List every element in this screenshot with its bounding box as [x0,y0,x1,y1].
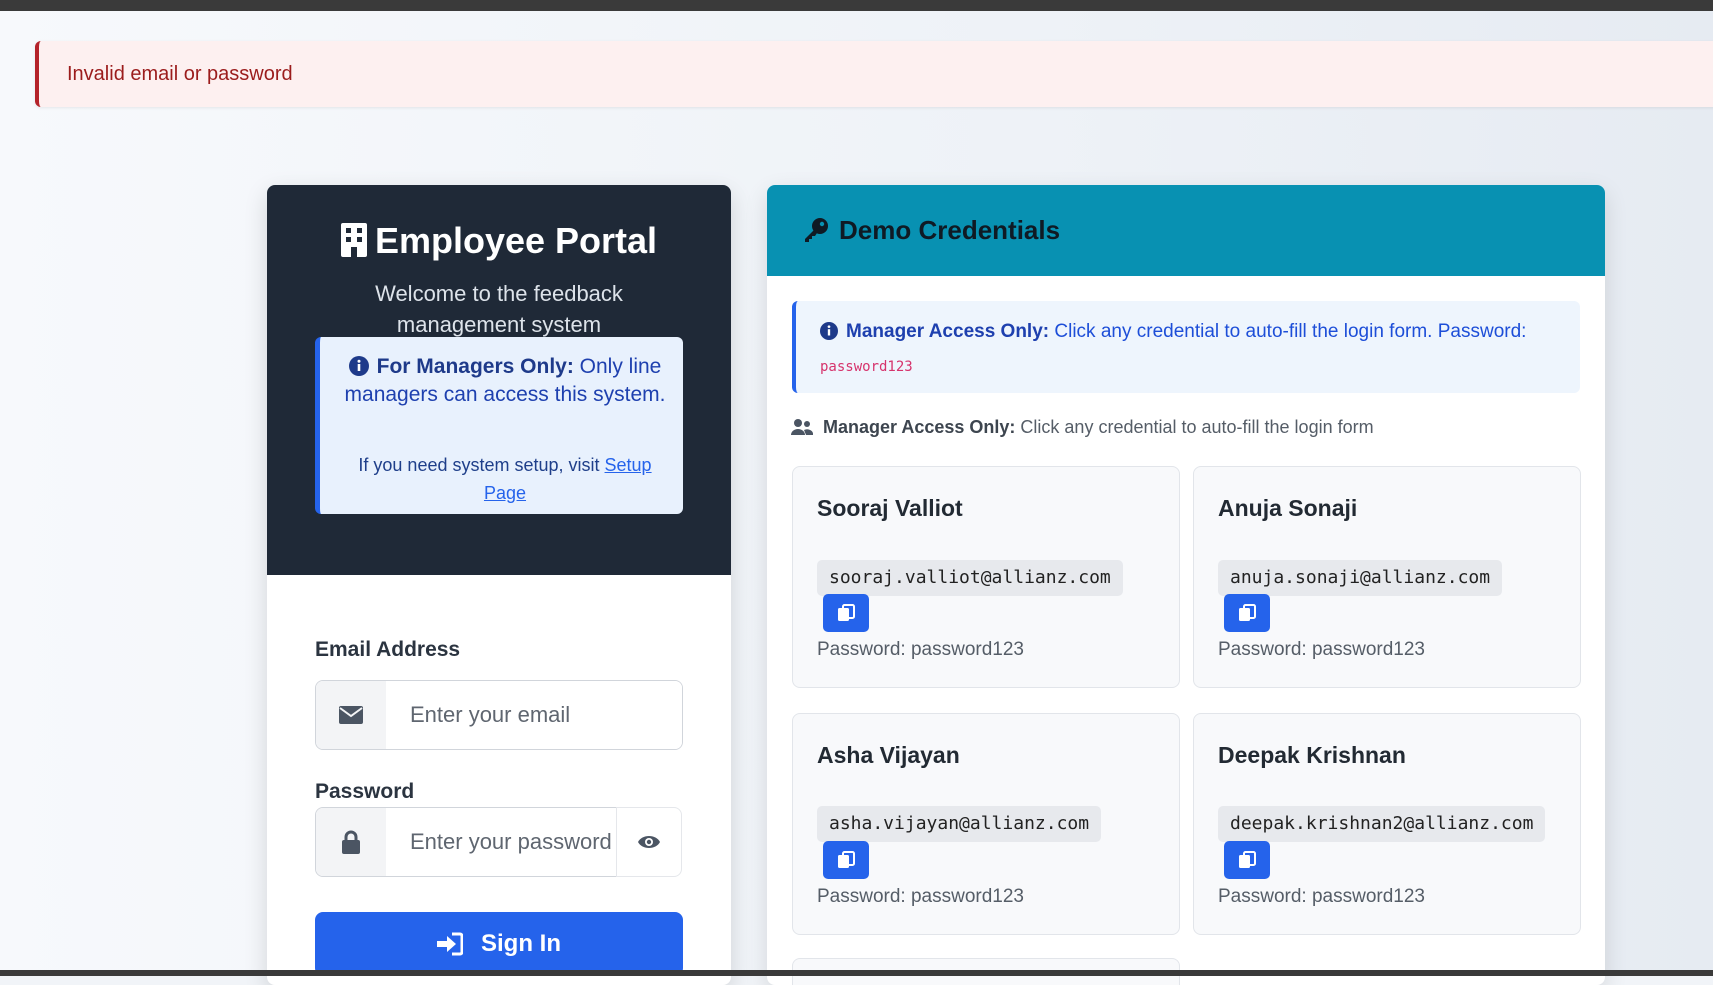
credential-email: asha.vijayan@allianz.com [817,806,1102,842]
error-message: Invalid email or password [67,63,293,85]
eye-icon [638,836,660,848]
welcome-text: Welcome to the feedback management syste… [375,281,623,337]
managers-notice: For Managers Only: Only line managers ca… [315,337,683,514]
managers-notice-text: For Managers Only: Only line managers ca… [340,353,670,409]
sign-in-label: Sign In [481,930,561,957]
manager-info-body: Click any credential to auto-fill the lo… [1049,321,1527,342]
brand-title-text: Employee Portal [374,220,658,261]
credentials-card: Demo Credentials Manager Access Only: Cl… [767,185,1605,985]
credential-password: Password: password123 [1218,639,1425,660]
window-top-bar [0,0,1713,11]
copy-icon [838,851,855,868]
copy-email-button[interactable] [823,594,869,632]
credential-card[interactable]: Deepak Krishnan deepak.krishnan2@allianz… [1193,713,1581,935]
copy-icon [1239,851,1256,868]
credentials-title-text: Demo Credentials [839,215,1061,245]
sign-in-icon [437,932,463,956]
manager-info-text: Manager Access Only: Click any credentia… [820,321,1526,343]
managers-notice-heading: For Managers Only: [376,355,574,378]
credential-card[interactable]: Sooraj Valliot sooraj.valliot@allianz.co… [792,466,1180,688]
copy-icon [1239,604,1256,621]
email-input[interactable] [386,681,682,749]
sign-in-button[interactable]: Sign In [315,912,683,976]
email-addon [316,681,386,749]
credential-email: sooraj.valliot@allianz.com [817,560,1123,596]
password-input[interactable] [386,808,616,876]
credentials-header: Demo Credentials [767,185,1605,276]
envelope-icon [339,706,363,724]
password-label: Password [315,780,415,803]
building-icon [340,223,367,257]
users-icon [791,419,814,435]
access-note-body: Click any credential to auto-fill the lo… [1015,417,1374,437]
copy-email-button[interactable] [1224,841,1270,879]
info-circle-icon [820,322,838,340]
credential-name: Anuja Sonaji [1218,495,1358,521]
email-label: Email Address [315,638,461,661]
credentials-title: Demo Credentials [803,215,1060,246]
password-addon [316,808,386,876]
credential-name: Asha Vijayan [817,742,960,768]
credential-password: Password: password123 [1218,886,1425,907]
password-toggle-button[interactable] [616,807,682,877]
credential-password: Password: password123 [817,886,1024,907]
manager-info-password: password123 [820,359,913,375]
brand-title: Employee Portal [267,220,731,262]
copy-email-button[interactable] [1224,594,1270,632]
info-circle-icon [348,356,369,376]
email-input-group [315,680,683,750]
password-input-group [315,807,617,877]
credential-card[interactable]: Anuja Sonaji anuja.sonaji@allianz.com Pa… [1193,466,1581,688]
credential-name: Deepak Krishnan [1218,742,1406,768]
access-note-heading: Manager Access Only: [823,417,1016,437]
credential-email: deepak.krishnan2@allianz.com [1218,806,1546,842]
lock-icon [342,830,360,854]
credential-email: anuja.sonaji@allianz.com [1218,560,1503,596]
access-note: Manager Access Only: Click any credentia… [791,417,1374,438]
credential-name: Sooraj Valliot [817,495,963,521]
setup-prefix: If you need system setup, visit [358,455,605,475]
setup-notice: If you need system setup, visit Setup Pa… [340,451,670,507]
error-alert: Invalid email or password [35,41,1713,107]
credential-card[interactable]: Asha Vijayan asha.vijayan@allianz.com Pa… [792,713,1180,935]
copy-email-button[interactable] [823,841,869,879]
credential-password: Password: password123 [817,639,1024,660]
manager-info-heading: Manager Access Only: [846,321,1050,342]
key-icon [805,218,828,242]
login-header: Employee Portal Welcome to the feedback … [267,185,731,575]
window-bottom-bar [0,970,1713,976]
manager-info-box: Manager Access Only: Click any credentia… [792,301,1580,393]
copy-icon [838,604,855,621]
